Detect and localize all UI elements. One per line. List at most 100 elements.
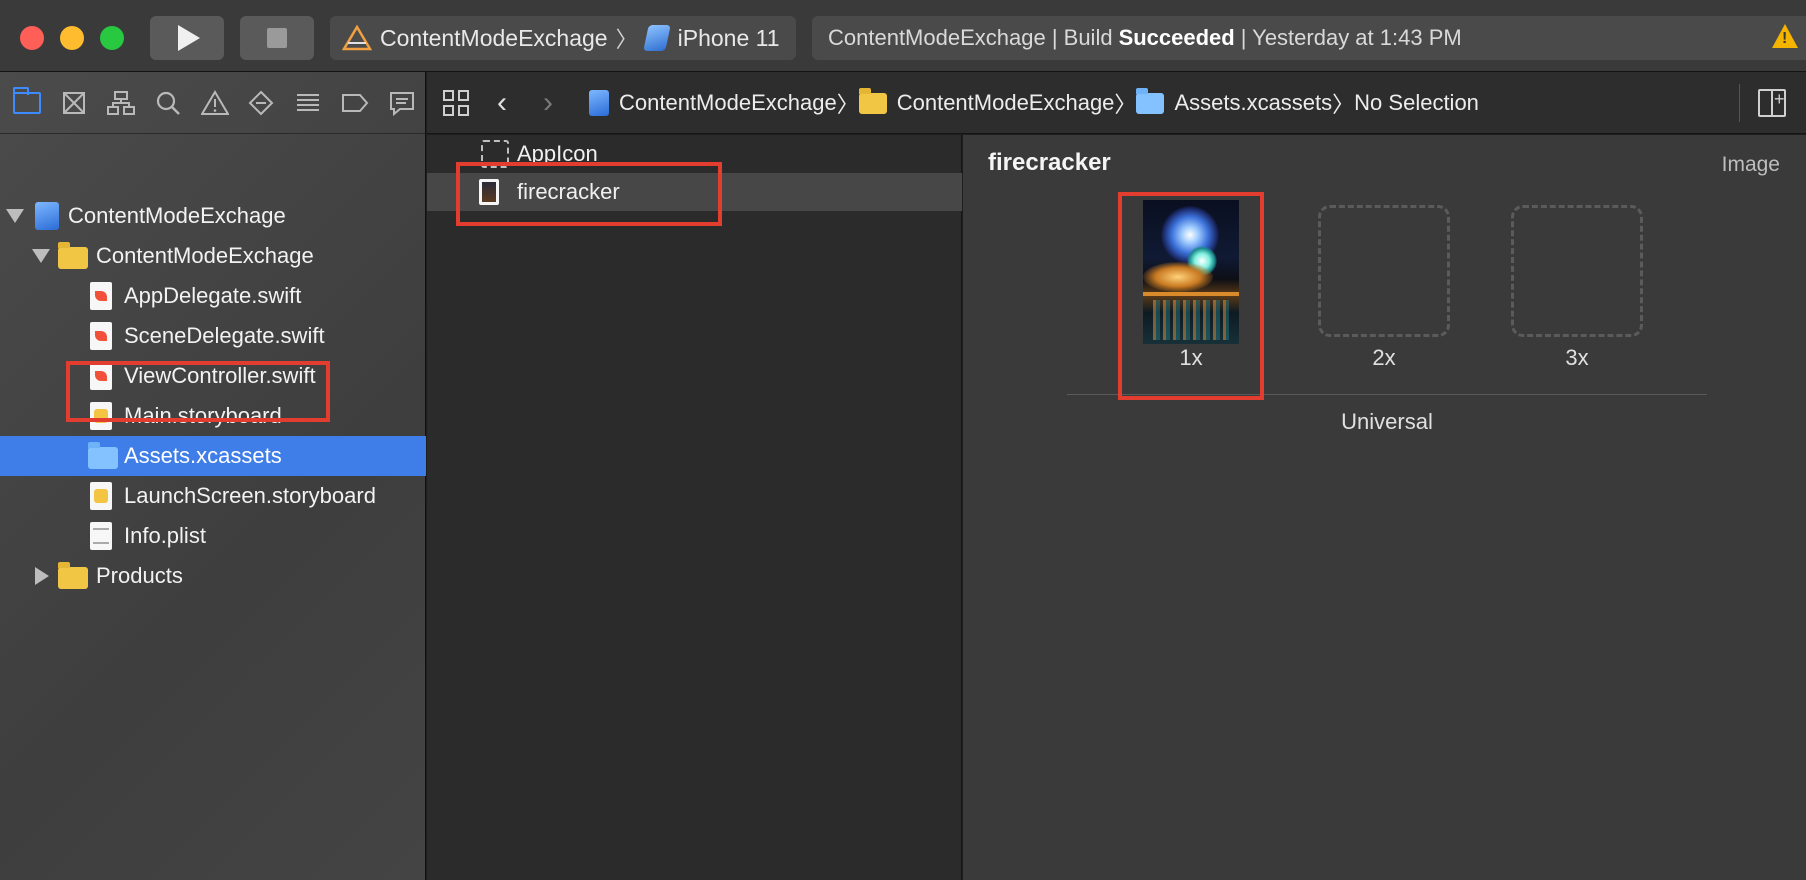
xcode-target-icon (342, 25, 372, 51)
folder-icon (858, 87, 887, 114)
find-navigator-tab[interactable] (144, 83, 191, 123)
asset-detail: firecracker Image 1x 2x 3x Universal (963, 135, 1806, 880)
zoom-window-button[interactable] (100, 26, 124, 50)
asset-catalog-icon (88, 442, 118, 469)
window-toolbar: ContentModeExchage 〉 iPhone 11 ContentMo… (0, 0, 1806, 72)
disclosure-right-icon[interactable] (35, 567, 49, 585)
issue-navigator-tab[interactable] (191, 83, 238, 123)
slot-label-1x: 1x (1179, 345, 1203, 370)
image-thumbnail-icon (479, 179, 499, 205)
breadcrumb-label: Assets.xcassets (1174, 90, 1333, 115)
asset-list: AppIcon firecracker (427, 135, 962, 880)
tree-item-label: ContentModeExchage (96, 243, 314, 268)
asset-item-appicon[interactable]: AppIcon (427, 135, 962, 173)
chevron-right-icon: 〉 (836, 92, 859, 117)
slot-label-3x: 3x (1565, 345, 1589, 370)
tree-item-label: Info.plist (124, 523, 206, 548)
stop-icon (267, 28, 287, 48)
tree-item-label: ViewController.swift (124, 363, 316, 388)
source-control-tab[interactable] (51, 83, 98, 123)
stop-button[interactable] (240, 16, 314, 60)
search-icon (156, 91, 180, 115)
warning-triangle-icon (200, 89, 229, 115)
breakpoint-icon (341, 93, 369, 112)
test-navigator-tab[interactable] (238, 83, 285, 123)
tree-item-label: Main.storyboard (124, 403, 282, 428)
source-control-icon (63, 91, 86, 114)
project-navigator: ContentModeExchage ContentModeExchage Ap… (0, 72, 426, 880)
warning-icon[interactable]: ! (1772, 24, 1798, 48)
image-slot-3x[interactable] (1511, 205, 1643, 337)
breadcrumb: ContentModeExchage 〉 ContentModeExchage … (589, 72, 1479, 134)
disclosure-down-icon[interactable] (6, 209, 24, 223)
breadcrumb-selection[interactable]: No Selection (1354, 90, 1479, 116)
tree-item-assets[interactable]: Assets.xcassets (0, 436, 426, 476)
asset-item-firecracker[interactable]: firecracker (427, 173, 962, 211)
iphone-icon (642, 25, 671, 51)
breakpoint-navigator-tab[interactable] (331, 83, 378, 123)
debug-navigator-tab[interactable] (285, 83, 332, 123)
image-slot-1x-photo[interactable] (1143, 200, 1239, 344)
close-window-button[interactable] (20, 26, 44, 50)
slot-label-2x: 2x (1372, 345, 1396, 370)
device-group-label: Universal (1341, 409, 1433, 434)
asset-title: firecracker (988, 149, 1111, 176)
navigator-tab-bar (0, 72, 425, 134)
add-editor-split-icon[interactable] (1758, 89, 1786, 117)
breadcrumb-label: No Selection (1354, 90, 1479, 115)
tree-item-main-storyboard[interactable]: Main.storyboard (0, 396, 426, 436)
tree-item-label: AppDelegate.swift (124, 283, 302, 308)
chevron-right-icon: 〉 (1332, 92, 1355, 117)
tree-item-group[interactable]: ContentModeExchage (0, 236, 426, 276)
asset-catalog-icon (1136, 87, 1165, 114)
tree-item-label: LaunchScreen.storyboard (124, 483, 376, 508)
tree-item-label: SceneDelegate.swift (124, 323, 325, 348)
breadcrumb-label: ContentModeExchage (896, 90, 1115, 115)
scheme-selector[interactable]: ContentModeExchage 〉 iPhone 11 (330, 16, 796, 60)
breadcrumb-group[interactable]: ContentModeExchage (858, 87, 1115, 116)
swift-file-icon (90, 362, 112, 390)
disclosure-down-icon[interactable] (32, 249, 50, 263)
back-chevron-icon[interactable]: ‹ (497, 86, 507, 120)
related-items-grid-icon[interactable] (443, 90, 469, 116)
symbol-navigator-tab[interactable] (98, 83, 145, 123)
tree-item-products[interactable]: Products (0, 556, 426, 596)
forward-chevron-icon[interactable]: › (543, 86, 553, 120)
xcode-project-icon (589, 90, 609, 116)
breadcrumb-label: ContentModeExchage (619, 90, 837, 115)
device-group-divider (1067, 394, 1707, 395)
asset-item-label: firecracker (517, 179, 620, 204)
tree-item-label: Assets.xcassets (124, 443, 282, 468)
tree-item-label: Products (96, 563, 183, 588)
jump-bar: ‹ › ContentModeExchage 〉 ContentModeExch… (427, 72, 1806, 134)
list-icon (297, 93, 320, 111)
tree-item-infoplist[interactable]: Info.plist (0, 516, 426, 556)
tree-item-project[interactable]: ContentModeExchage (0, 196, 426, 236)
folder-icon (13, 86, 42, 114)
breadcrumb-assets[interactable]: Assets.xcassets (1136, 87, 1333, 116)
play-icon (178, 25, 200, 51)
storyboard-file-icon (90, 402, 112, 430)
app-icon-placeholder-icon (481, 140, 509, 168)
tree-item-appdelegate[interactable]: AppDelegate.swift (0, 276, 426, 316)
tree-item-viewcontroller[interactable]: ViewController.swift (0, 356, 426, 396)
hierarchy-icon (106, 90, 135, 115)
storyboard-file-icon (90, 482, 112, 510)
image-slot-2x[interactable] (1318, 205, 1450, 337)
report-navigator-tab[interactable] (378, 83, 425, 123)
activity-prefix: ContentModeExchage | Build (828, 25, 1113, 50)
report-icon (389, 91, 414, 116)
run-button[interactable] (150, 16, 224, 60)
tree-item-launchscreen[interactable]: LaunchScreen.storyboard (0, 476, 426, 516)
tree-item-scenedelegate[interactable]: SceneDelegate.swift (0, 316, 426, 356)
breadcrumb-project[interactable]: ContentModeExchage (589, 90, 837, 116)
minimize-window-button[interactable] (60, 26, 84, 50)
destination-device: iPhone 11 (677, 24, 780, 51)
scheme-name: ContentModeExchage (380, 24, 608, 51)
asset-kind: Image (1721, 153, 1780, 176)
project-navigator-tab[interactable] (4, 83, 51, 123)
tree-item-label: ContentModeExchage (68, 203, 286, 228)
activity-viewer: ContentModeExchage | Build Succeeded | Y… (812, 16, 1806, 60)
diamond-icon (248, 90, 274, 115)
swift-file-icon (90, 282, 112, 310)
